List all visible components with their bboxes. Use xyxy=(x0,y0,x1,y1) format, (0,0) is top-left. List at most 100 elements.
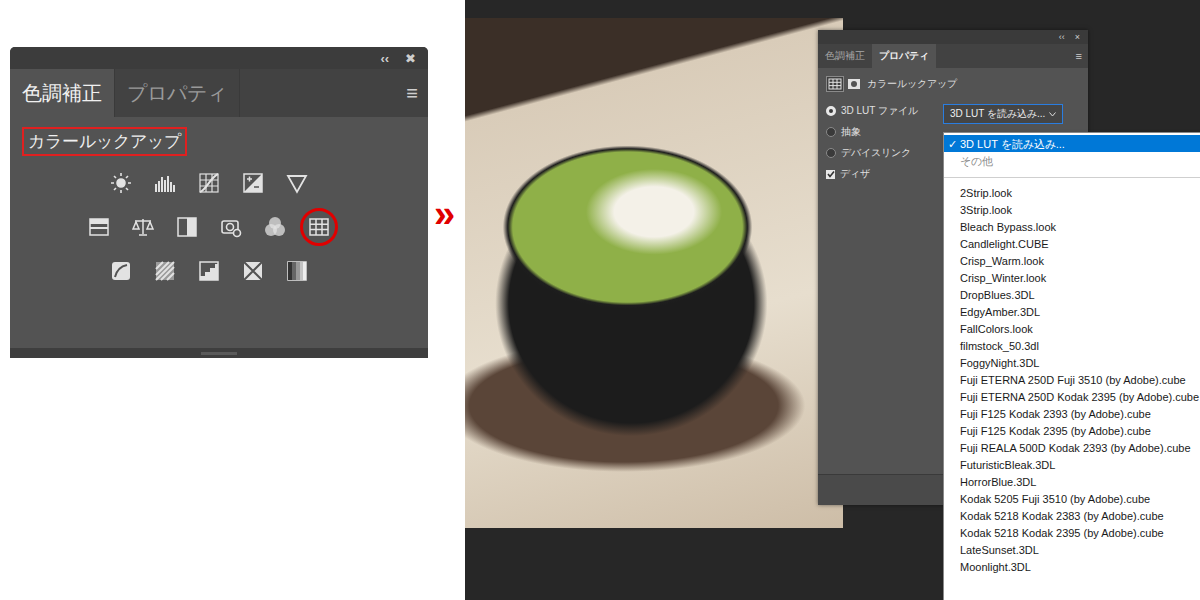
menu-item[interactable]: Fuji F125 Kodak 2395 (by Adobe).cube xyxy=(944,422,1200,439)
menu-item: その他 xyxy=(944,152,1200,169)
vibrance-icon xyxy=(286,172,308,194)
option[interactable]: ディザ xyxy=(826,167,943,181)
adjustment-button[interactable] xyxy=(102,252,140,290)
close-icon[interactable]: ✖ xyxy=(405,52,416,65)
menu-separator xyxy=(944,177,1200,178)
menu-item[interactable]: Bleach Bypass.look xyxy=(944,218,1200,235)
adjustment-button[interactable] xyxy=(256,208,294,246)
menu-item[interactable]: DropBlues.3DL xyxy=(944,286,1200,303)
adjustment-button[interactable] xyxy=(190,252,228,290)
icon-row xyxy=(102,164,316,202)
collapse-icon[interactable]: ‹‹ xyxy=(380,52,389,65)
adjustment-button[interactable] xyxy=(212,208,250,246)
curves-icon xyxy=(198,172,220,194)
option[interactable]: デバイスリンク xyxy=(826,146,943,160)
resize-grip-icon[interactable] xyxy=(201,352,237,355)
posterize-icon xyxy=(154,260,176,282)
menu-item[interactable]: Kodak 5205 Fuji 3510 (by Adobe).cube xyxy=(944,490,1200,507)
adjustment-button[interactable] xyxy=(168,208,206,246)
panel-header: ‹‹ × xyxy=(818,30,1088,44)
layer-title: カラールックアップ xyxy=(818,68,1088,100)
icon-grid xyxy=(22,164,416,290)
invert-icon xyxy=(110,260,132,282)
adjustment-button[interactable] xyxy=(124,208,162,246)
tab[interactable]: プロパティ xyxy=(872,44,936,68)
adjustment-button[interactable] xyxy=(278,164,316,202)
tab-bar: 色調補正プロパティ ≡ xyxy=(818,44,1088,68)
adjustment-button[interactable] xyxy=(80,208,118,246)
color-lookup-icon[interactable] xyxy=(826,76,844,92)
selective-color-icon xyxy=(242,260,264,282)
menu-item[interactable]: Fuji F125 Kodak 2393 (by Adobe).cube xyxy=(944,405,1200,422)
checkbox[interactable] xyxy=(826,170,835,179)
panel-footer xyxy=(10,348,428,358)
adjustment-button[interactable] xyxy=(300,208,338,246)
check-icon xyxy=(827,170,835,178)
lut-dropdown[interactable]: 3D LUT を読み込み... xyxy=(943,104,1063,124)
lut-menu: ✓3D LUT を読み込み...その他 2Strip.look3Strip.loo… xyxy=(943,132,1200,600)
screen: ‹‹✖色調補正プロパティ≡カラールックアップ»‹‹×色調補正プロパティ≡カラール… xyxy=(0,0,1200,600)
menu-item[interactable]: Fuji ETERNA 250D Fuji 3510 (by Adobe).cu… xyxy=(944,371,1200,388)
menu-item[interactable]: Moonlight.3DL xyxy=(944,558,1200,575)
tab[interactable]: 色調補正 xyxy=(818,44,872,68)
menu-item[interactable]: 3Strip.look xyxy=(944,201,1200,218)
menu-item[interactable]: LateSunset.3DL xyxy=(944,541,1200,558)
bw-icon xyxy=(176,216,198,238)
adjustment-button[interactable] xyxy=(234,164,272,202)
mask-icon[interactable] xyxy=(847,77,861,91)
radio-button[interactable] xyxy=(826,106,836,116)
gradient-map-icon xyxy=(286,260,308,282)
channel-mixer-icon xyxy=(264,216,286,238)
menu-item[interactable]: Crisp_Winter.look xyxy=(944,269,1200,286)
menu-item[interactable]: ✓3D LUT を読み込み... xyxy=(944,135,1200,152)
menu-item[interactable]: FoggyNight.3DL xyxy=(944,354,1200,371)
exposure-icon xyxy=(242,172,264,194)
menu-item[interactable]: Candlelight.CUBE xyxy=(944,235,1200,252)
step-arrow: » xyxy=(434,195,455,233)
tab-bar: 色調補正プロパティ ≡ xyxy=(10,69,428,117)
adjustment-button[interactable] xyxy=(190,164,228,202)
menu-item[interactable]: EdgyAmber.3DL xyxy=(944,303,1200,320)
adjustment-button[interactable] xyxy=(146,252,184,290)
workspace: ‹‹ × 色調補正プロパティ ≡ カラールックアップ 3D LUT ファイル抽象デバイスリ… xyxy=(465,0,1200,600)
option[interactable]: 3D LUT ファイル xyxy=(826,104,943,118)
section-label: カラールックアップ xyxy=(22,127,187,156)
hue-icon xyxy=(88,216,110,238)
close-icon[interactable]: × xyxy=(1075,33,1080,42)
menu-item[interactable]: FallColors.look xyxy=(944,320,1200,337)
menu-item[interactable]: HorrorBlue.3DL xyxy=(944,473,1200,490)
adjustments-panel: ‹‹ ✖ 色調補正プロパティ ≡ カラールックアップ xyxy=(10,47,428,358)
collapse-icon[interactable]: ‹‹ xyxy=(1059,33,1065,42)
panel-menu-icon[interactable]: ≡ xyxy=(406,69,428,117)
menu-item[interactable]: filmstock_50.3dl xyxy=(944,337,1200,354)
menu-item[interactable]: FuturisticBleak.3DL xyxy=(944,456,1200,473)
radio-button[interactable] xyxy=(826,148,836,158)
menu-item[interactable]: Crisp_Warm.look xyxy=(944,252,1200,269)
panel-body: カラールックアップ xyxy=(10,117,428,348)
adjustment-name: カラールックアップ xyxy=(867,77,957,91)
option-list: 3D LUT ファイル抽象デバイスリンクディザ xyxy=(818,104,943,181)
adjustment-button[interactable] xyxy=(278,252,316,290)
panel-header: ‹‹ ✖ xyxy=(10,47,428,69)
photo xyxy=(465,18,843,528)
left-area: ‹‹ ✖ 色調補正プロパティ ≡ カラールックアップ » xyxy=(0,0,465,600)
icon-row xyxy=(102,252,316,290)
balance-icon xyxy=(132,216,154,238)
menu-item[interactable]: Kodak 5218 Kodak 2383 (by Adobe).cube xyxy=(944,507,1200,524)
tab[interactable]: 色調補正 xyxy=(10,69,115,117)
menu-item[interactable]: Fuji REALA 500D Kodak 2393 (by Adobe).cu… xyxy=(944,439,1200,456)
adjustment-button[interactable] xyxy=(146,164,184,202)
chevron-down-icon xyxy=(1049,112,1056,117)
menu-item[interactable]: Fuji ETERNA 250D Kodak 2395 (by Adobe).c… xyxy=(944,388,1200,405)
menu-item[interactable]: 2Strip.look xyxy=(944,184,1200,201)
threshold-icon xyxy=(198,260,220,282)
adjustment-button[interactable] xyxy=(234,252,272,290)
color-lookup-icon xyxy=(308,216,330,238)
panel-menu-icon[interactable]: ≡ xyxy=(1076,44,1088,68)
tab[interactable]: プロパティ xyxy=(115,69,240,117)
icon-row xyxy=(80,208,338,246)
radio-button[interactable] xyxy=(826,127,836,137)
option[interactable]: 抽象 xyxy=(826,125,943,139)
adjustment-button[interactable] xyxy=(102,164,140,202)
menu-item[interactable]: Kodak 5218 Kodak 2395 (by Adobe).cube xyxy=(944,524,1200,541)
